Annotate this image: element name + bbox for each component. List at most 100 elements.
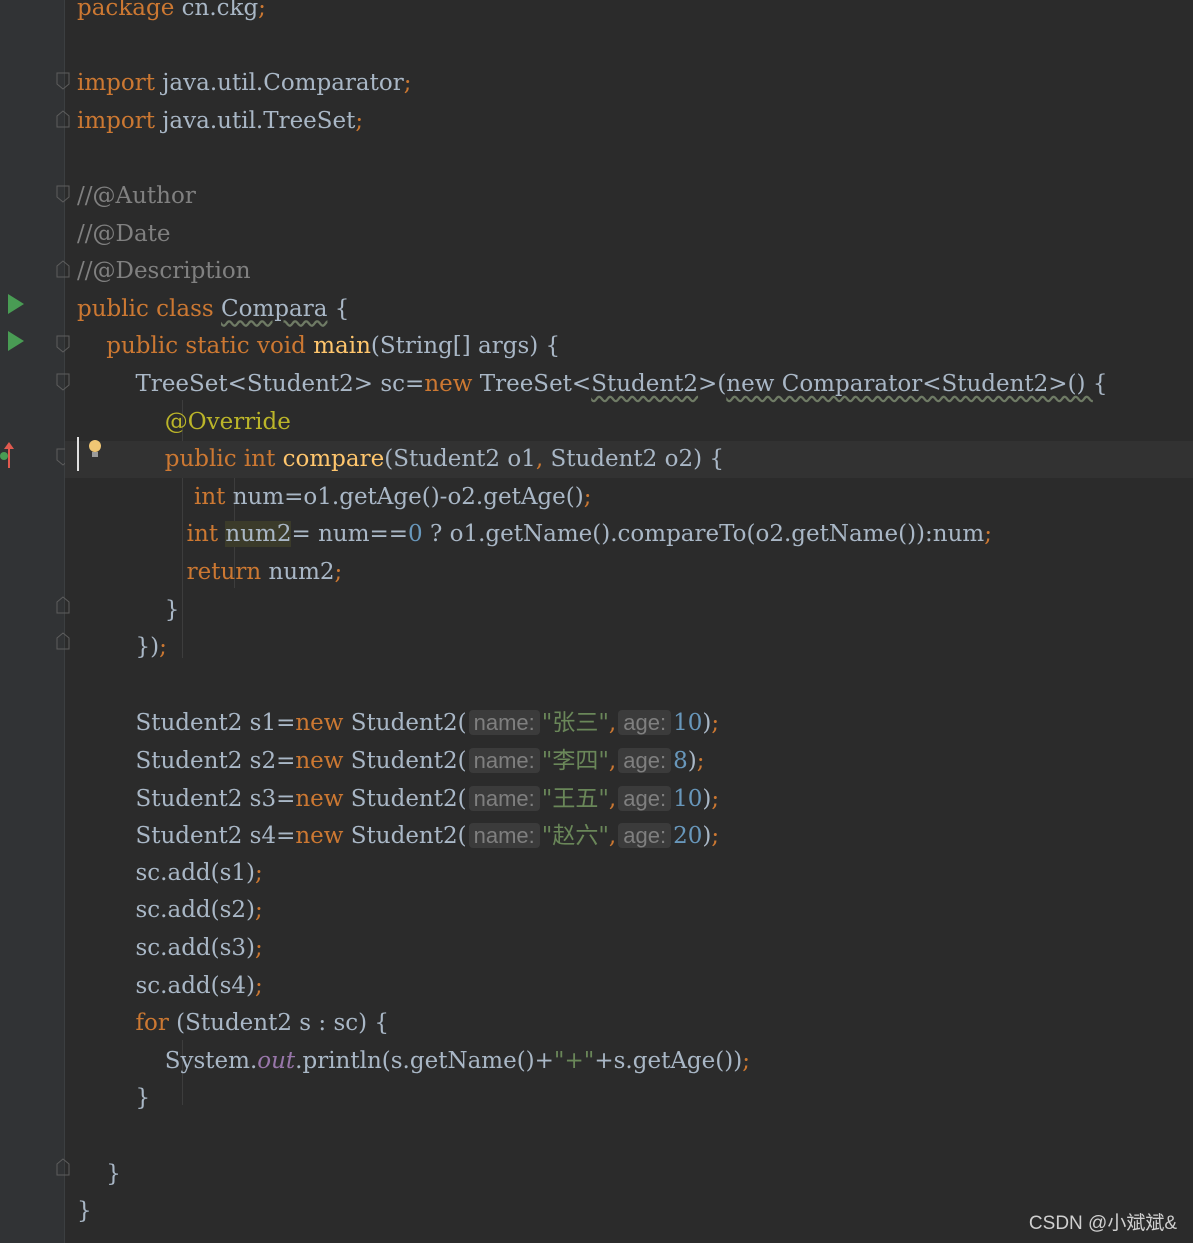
code-line[interactable]: }); bbox=[65, 629, 1193, 666]
run-main-icon[interactable] bbox=[6, 329, 26, 353]
code-line[interactable]: System.out.println(s.getName()+"+"+s.get… bbox=[65, 1043, 1193, 1080]
code-line[interactable] bbox=[65, 1118, 1193, 1155]
code-line[interactable]: Student2 s3=new Student2(name: "王五", age: 1… bbox=[65, 780, 1193, 817]
code-token: "王五" bbox=[541, 785, 609, 812]
code-line[interactable]: for (Student2 s : sc) { bbox=[65, 1005, 1193, 1042]
code-line[interactable]: } bbox=[65, 1156, 1193, 1193]
run-class-icon[interactable] bbox=[6, 292, 26, 316]
code-token: import bbox=[77, 70, 155, 97]
code-token: Student2 s2= bbox=[77, 748, 296, 774]
code-token: package bbox=[77, 0, 175, 21]
code-token: { bbox=[1092, 371, 1108, 397]
code-line[interactable]: sc.add(s3); bbox=[65, 930, 1193, 967]
code-text: System.out.println(s.getName()+"+"+s.get… bbox=[77, 1043, 750, 1080]
code-text: Student2 s1=new Student2(name: "张三", age: 1… bbox=[77, 704, 719, 742]
code-token: java.util.Comparator bbox=[154, 70, 404, 97]
code-token: return bbox=[186, 559, 262, 585]
code-token: ) bbox=[687, 748, 697, 774]
code-token: , bbox=[608, 748, 617, 774]
code-line[interactable] bbox=[65, 667, 1193, 704]
code-token: } bbox=[77, 596, 180, 623]
parameter-hint: age: bbox=[618, 748, 672, 773]
code-token: +s.getAge()) bbox=[594, 1047, 743, 1074]
code-text: package cn.ckg; bbox=[77, 0, 266, 27]
code-line[interactable]: package cn.ckg; bbox=[65, 0, 1193, 27]
code-token: Student2 o2) { bbox=[543, 446, 724, 473]
code-text: return num2; bbox=[77, 554, 343, 591]
code-line[interactable]: Student2 s4=new Student2(name: "赵六", age: 2… bbox=[65, 817, 1193, 854]
override-implements-icon[interactable] bbox=[0, 440, 18, 470]
code-token: ; bbox=[403, 70, 412, 97]
code-token: sc.add(s1) bbox=[77, 859, 256, 886]
code-token: ; bbox=[258, 0, 266, 21]
code-token: new bbox=[295, 748, 344, 774]
code-token: } bbox=[77, 1085, 151, 1112]
lightbulb-icon[interactable] bbox=[86, 438, 104, 460]
parameter-hint: age: bbox=[618, 823, 672, 849]
code-token: (Student2 s : sc) { bbox=[168, 1010, 390, 1037]
code-token: ; bbox=[255, 935, 263, 961]
code-text: } bbox=[77, 1193, 92, 1230]
code-token: compare bbox=[282, 446, 385, 473]
code-token: 8 bbox=[673, 748, 688, 774]
code-token: num=o1.getAge()-o2.getAge() bbox=[225, 483, 584, 510]
code-line[interactable]: int num2= num==0 ? o1.getName().compareT… bbox=[65, 516, 1193, 553]
code-token: new bbox=[424, 371, 473, 397]
code-line[interactable]: } bbox=[65, 1080, 1193, 1117]
code-line[interactable]: public static void main(String[] args) { bbox=[65, 328, 1193, 365]
code-line[interactable]: import java.util.TreeSet; bbox=[65, 103, 1193, 140]
code-token: //@Description bbox=[77, 258, 251, 285]
editor-gutter bbox=[0, 0, 70, 1243]
code-token: ; bbox=[255, 897, 263, 924]
code-token: } bbox=[77, 1198, 92, 1225]
code-line[interactable]: } bbox=[65, 1193, 1193, 1230]
code-line[interactable]: Student2 s1=new Student2(name: "张三", age: 1… bbox=[65, 704, 1193, 741]
code-token: out bbox=[257, 1047, 296, 1074]
code-line[interactable]: sc.add(s2); bbox=[65, 892, 1193, 929]
code-editor[interactable]: package cn.ckg; import java.util.Comparat… bbox=[65, 0, 1193, 1243]
code-text: sc.add(s1); bbox=[77, 855, 262, 892]
code-line[interactable]: @Override bbox=[65, 404, 1193, 441]
code-text: int num2= num==0 ? o1.getName().compareT… bbox=[77, 516, 992, 553]
code-line[interactable]: int num=o1.getAge()-o2.getAge(); bbox=[65, 479, 1193, 516]
code-token: ; bbox=[583, 483, 592, 510]
code-line[interactable]: //@Date bbox=[65, 216, 1193, 253]
code-line[interactable] bbox=[65, 140, 1193, 177]
code-line[interactable] bbox=[65, 28, 1193, 65]
code-line[interactable]: public int compare(Student2 o1, Student2… bbox=[65, 441, 1193, 479]
code-line[interactable]: sc.add(s4); bbox=[65, 968, 1193, 1005]
code-token: "+" bbox=[553, 1047, 595, 1074]
code-token: (Student2 o1 bbox=[384, 446, 536, 473]
code-token: num2 bbox=[225, 521, 292, 548]
code-token: main bbox=[313, 333, 371, 360]
code-token: .println(s.getName()+ bbox=[295, 1047, 554, 1074]
code-token: "赵六" bbox=[541, 823, 609, 850]
code-token: Student2 bbox=[591, 371, 699, 397]
code-text: public class Compara { bbox=[77, 291, 349, 328]
code-text: @Override bbox=[77, 404, 291, 441]
code-line[interactable]: //@Description bbox=[65, 253, 1193, 290]
code-line[interactable]: Student2 s2=new Student2(name: "李四", age: 8… bbox=[65, 742, 1193, 779]
code-token: ) bbox=[702, 785, 712, 812]
code-text: } bbox=[77, 1156, 121, 1193]
code-token: Student2 s4= bbox=[77, 823, 296, 850]
code-token: public static void bbox=[106, 333, 314, 360]
code-token: int bbox=[193, 483, 226, 510]
code-line[interactable]: sc.add(s1); bbox=[65, 855, 1193, 892]
code-token: Student2 s3= bbox=[77, 785, 296, 812]
code-token: java.util.TreeSet bbox=[154, 107, 356, 134]
code-text: //@Date bbox=[77, 216, 171, 253]
code-token: (String[] args) { bbox=[370, 333, 561, 360]
text-caret bbox=[77, 437, 79, 471]
code-line[interactable]: } bbox=[65, 592, 1193, 629]
csdn-watermark: CSDN @小斌斌& bbox=[1028, 1213, 1177, 1234]
code-line[interactable]: public class Compara { bbox=[65, 291, 1193, 328]
code-token: >( bbox=[698, 371, 727, 397]
code-line[interactable]: import java.util.Comparator; bbox=[65, 65, 1193, 102]
code-line[interactable]: return num2; bbox=[65, 554, 1193, 591]
code-token: , bbox=[608, 823, 617, 850]
code-line[interactable]: //@Author bbox=[65, 178, 1193, 215]
code-line[interactable]: TreeSet<Student2> sc=new TreeSet<Student… bbox=[65, 366, 1193, 403]
